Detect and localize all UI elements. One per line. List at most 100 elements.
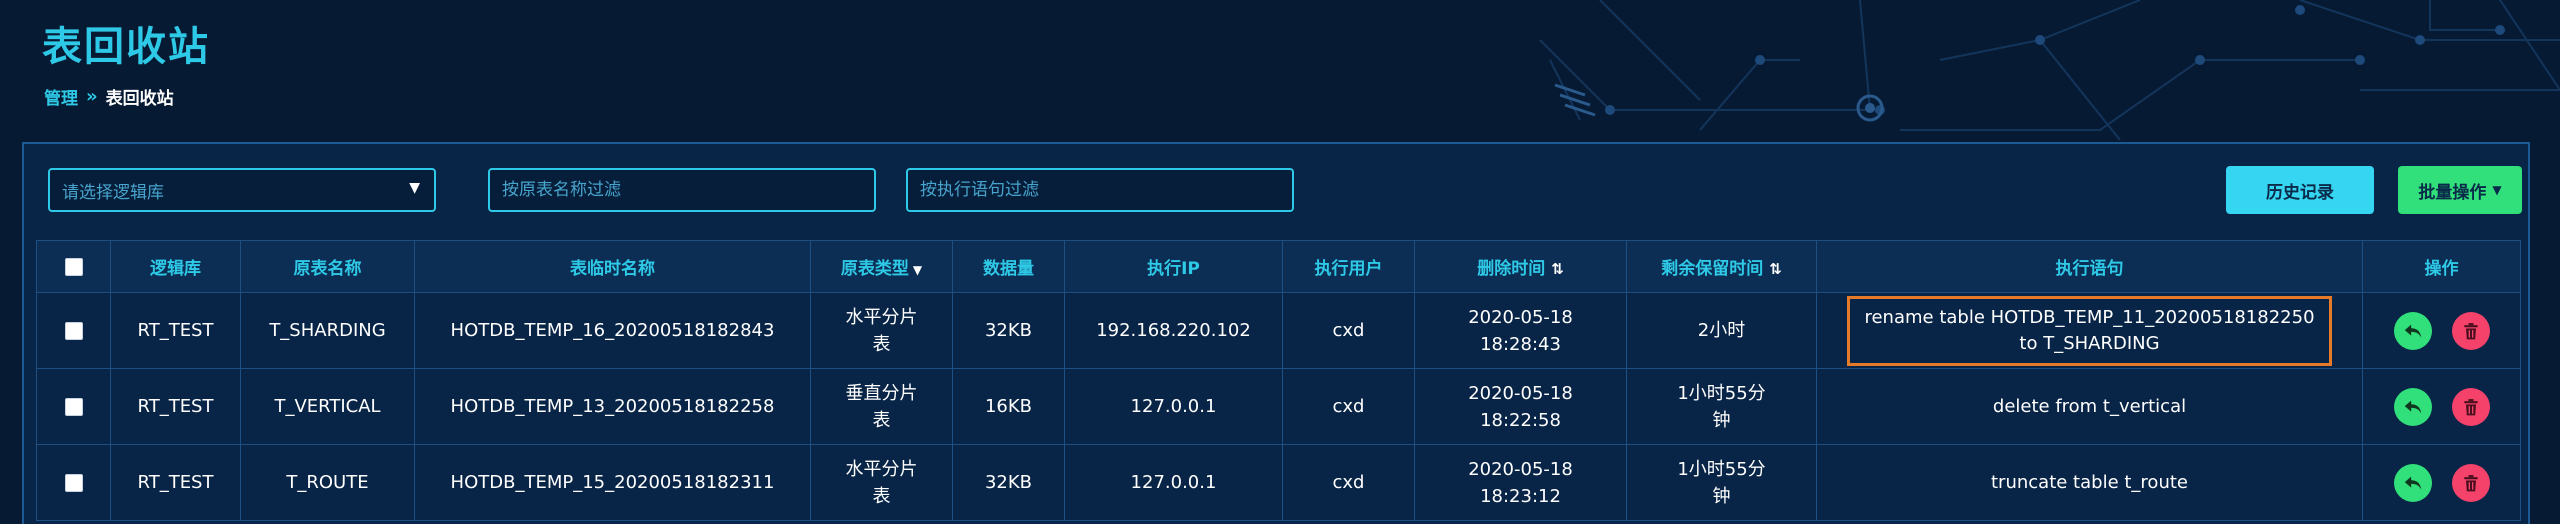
cell-data-size: 32KB <box>952 292 1065 369</box>
header-actions: 操作 <box>2362 240 2521 293</box>
cell-exec-user: cxd <box>1282 444 1415 521</box>
restore-button[interactable] <box>2393 387 2432 426</box>
select-all-checkbox[interactable] <box>64 257 83 276</box>
header-orig-name: 原表名称 <box>240 240 415 293</box>
trash-icon <box>2463 398 2478 415</box>
header-orig-type-label: 原表类型 <box>840 259 909 279</box>
cell-delete-time: 2020-05-18 18:23:12 <box>1414 444 1627 521</box>
caret-down-icon: ▼ <box>2492 183 2502 197</box>
undo-arrow-icon <box>2404 324 2421 337</box>
sort-arrows-icon[interactable]: ⇅ <box>1551 260 1564 278</box>
logical-db-select-placeholder: 请选择逻辑库 <box>62 182 164 203</box>
cell-data-size: 32KB <box>952 444 1065 521</box>
header-remaining-time-label: 剩余保留时间 <box>1661 259 1764 279</box>
cell-delete-time: 2020-05-18 18:28:43 <box>1414 292 1627 369</box>
cell-remaining-line1: 1小时55分 <box>1677 458 1766 480</box>
cell-actions <box>2362 444 2521 521</box>
cell-exec-user: cxd <box>1282 368 1415 445</box>
header-delete-time[interactable]: 删除时间 ⇅ <box>1414 240 1627 293</box>
cell-statement-line2: to T_SHARDING <box>2019 332 2160 354</box>
restore-button[interactable] <box>2393 463 2432 502</box>
header-orig-type[interactable]: 原表类型 ▼ <box>810 240 953 293</box>
cell-statement: delete from t_vertical <box>1816 368 2363 445</box>
highlighted-statement: rename table HOTDB_TEMP_11_2020051818225… <box>1847 295 2332 366</box>
cell-orig-name: T_SHARDING <box>240 292 415 369</box>
trash-icon <box>2463 322 2478 339</box>
cell-remaining-line2: 钟 <box>1712 409 1731 431</box>
table-row: RT_TEST T_ROUTE HOTDB_TEMP_15_2020051818… <box>36 444 2521 521</box>
recycle-bin-panel: 请选择逻辑库 ▼ 历史记录 批量操作 ▼ 逻辑库 原表名称 表临时名称 原表类型… <box>22 142 2530 524</box>
cell-delete-clock: 18:22:58 <box>1480 409 1561 431</box>
statement-filter-input[interactable] <box>906 168 1294 212</box>
select-all-cell <box>36 240 111 293</box>
row-checkbox[interactable] <box>64 398 83 416</box>
table-row: RT_TEST T_VERTICAL HOTDB_TEMP_13_2020051… <box>36 368 2521 445</box>
cell-orig-type: 水平分片表 <box>810 292 953 369</box>
row-actions <box>2369 311 2514 350</box>
cell-temp-name: HOTDB_TEMP_13_20200518182258 <box>414 368 811 445</box>
cell-remaining-line1: 2小时 <box>1697 320 1746 341</box>
cell-remaining-time: 1小时55分钟 <box>1626 368 1817 445</box>
header-temp-name: 表临时名称 <box>414 240 811 293</box>
cell-remaining-time: 2小时 <box>1626 292 1817 369</box>
delete-button[interactable] <box>2451 387 2490 426</box>
undo-arrow-icon <box>2404 400 2421 413</box>
batch-operation-button[interactable]: 批量操作 ▼ <box>2398 166 2522 214</box>
cell-orig-type-line2: 表 <box>872 485 891 507</box>
cell-delete-clock: 18:23:12 <box>1480 485 1561 507</box>
cell-logical-db: RT_TEST <box>110 368 241 445</box>
cell-temp-name: HOTDB_TEMP_15_20200518182311 <box>414 444 811 521</box>
cell-orig-type-line1: 水平分片 <box>845 306 918 328</box>
recycle-table: 逻辑库 原表名称 表临时名称 原表类型 ▼ 数据量 执行IP 执行用户 删除时间 ⇅… <box>36 240 2521 521</box>
history-button[interactable]: 历史记录 <box>2226 166 2374 214</box>
cell-statement: truncate table t_route <box>1816 444 2363 521</box>
delete-button[interactable] <box>2451 311 2490 350</box>
cell-statement-line1: rename table HOTDB_TEMP_11_2020051818225… <box>1864 306 2315 328</box>
cell-orig-type-line2: 表 <box>872 333 891 355</box>
header-exec-ip: 执行IP <box>1064 240 1283 293</box>
breadcrumb-separator: » <box>86 86 98 107</box>
caret-down-icon: ▼ <box>912 263 923 277</box>
cell-orig-name: T_VERTICAL <box>240 368 415 445</box>
cell-exec-ip: 192.168.220.102 <box>1064 292 1283 369</box>
cell-actions <box>2362 368 2521 445</box>
cell-logical-db: RT_TEST <box>110 292 241 369</box>
row-checkbox[interactable] <box>64 474 83 492</box>
undo-arrow-icon <box>2404 476 2421 489</box>
delete-button[interactable] <box>2451 463 2490 502</box>
sort-arrows-icon[interactable]: ⇅ <box>1769 260 1782 278</box>
table-name-filter-input[interactable] <box>488 168 876 212</box>
cell-orig-type-line2: 表 <box>872 409 891 431</box>
table-row: RT_TEST T_SHARDING HOTDB_TEMP_16_2020051… <box>36 292 2521 369</box>
page-title: 表回收站 <box>42 24 210 70</box>
breadcrumb: 管理 » 表回收站 <box>44 84 174 109</box>
header-data-size: 数据量 <box>952 240 1065 293</box>
row-actions <box>2369 463 2514 502</box>
cell-orig-name: T_ROUTE <box>240 444 415 521</box>
header-remaining-time[interactable]: 剩余保留时间 ⇅ <box>1626 240 1817 293</box>
trash-icon <box>2463 474 2478 491</box>
cell-delete-date: 2020-05-18 <box>1468 458 1573 480</box>
cell-orig-type-line1: 垂直分片 <box>845 382 918 404</box>
cell-delete-time: 2020-05-18 18:22:58 <box>1414 368 1627 445</box>
breadcrumb-manage-link[interactable]: 管理 <box>44 84 78 109</box>
cell-logical-db: RT_TEST <box>110 444 241 521</box>
cell-remaining-line1: 1小时55分 <box>1677 382 1766 404</box>
cell-statement: rename table HOTDB_TEMP_11_2020051818225… <box>1816 292 2363 369</box>
batch-operation-label: 批量操作 <box>2418 182 2487 203</box>
cell-orig-type: 水平分片表 <box>810 444 953 521</box>
logical-db-select[interactable]: 请选择逻辑库 ▼ <box>48 168 436 212</box>
header-exec-user: 执行用户 <box>1282 240 1415 293</box>
cell-remaining-time: 1小时55分钟 <box>1626 444 1817 521</box>
cell-data-size: 16KB <box>952 368 1065 445</box>
header-logical-db: 逻辑库 <box>110 240 241 293</box>
row-checkbox[interactable] <box>64 322 83 340</box>
row-actions <box>2369 387 2514 426</box>
cell-exec-ip: 127.0.0.1 <box>1064 444 1283 521</box>
cell-remaining-line2: 钟 <box>1712 485 1731 507</box>
header-statement: 执行语句 <box>1816 240 2363 293</box>
cell-exec-ip: 127.0.0.1 <box>1064 368 1283 445</box>
row-select-cell <box>36 444 111 521</box>
cell-orig-type-line1: 水平分片 <box>845 458 918 480</box>
restore-button[interactable] <box>2393 311 2432 350</box>
